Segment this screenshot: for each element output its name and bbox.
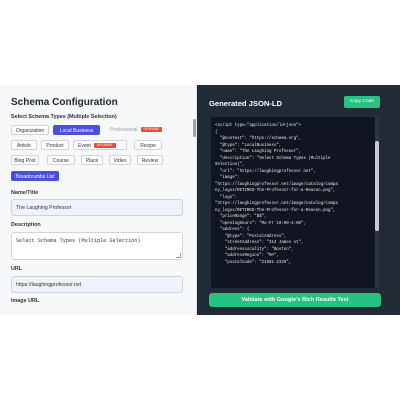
description-label: Description: [11, 222, 41, 228]
chip-breadcrumbs-list[interactable]: Breadcrumbs List: [11, 171, 59, 181]
chip-event-label: Event: [78, 143, 91, 149]
json-ld-panel: Generated JSON-LD Copy Code <script type…: [197, 85, 400, 315]
panel-title: Schema Configuration: [11, 97, 118, 108]
schema-generator-app: Schema Configuration Select Schema Types…: [0, 85, 400, 315]
left-panel-scrollbar[interactable]: [193, 119, 196, 137]
schema-types-label: Select Schema Types (Multiple Selection): [11, 114, 117, 120]
chip-blog-post[interactable]: Blog Post: [11, 155, 39, 165]
code-scrollbar-thumb[interactable]: [375, 141, 379, 231]
premium-badge: UPGRADE: [93, 143, 116, 149]
description-text: Select Schema Types (Multiple Selection): [16, 238, 141, 244]
chip-event[interactable]: Event UPGRADE: [73, 140, 127, 150]
chip-recipe[interactable]: Recipe: [134, 140, 162, 150]
description-textarea[interactable]: Select Schema Types (Multiple Selection): [11, 232, 183, 260]
chip-professional-label: Professional: [110, 127, 138, 133]
image-url-label: Image URL: [11, 298, 40, 304]
code-block: <script type="application/ld+json"> { "@…: [211, 117, 375, 288]
url-label: URL: [11, 266, 23, 272]
premium-badge: UPGRADE: [140, 127, 163, 133]
chip-review[interactable]: Review: [137, 155, 163, 165]
chip-article[interactable]: Article: [11, 140, 37, 150]
chip-product[interactable]: Product: [41, 140, 69, 150]
chip-professional[interactable]: Professional UPGRADE: [110, 125, 174, 135]
name-input[interactable]: The Laughing Professor: [11, 199, 183, 216]
output-title: Generated JSON-LD: [209, 99, 283, 108]
url-input[interactable]: https://laughingprofessor.net: [11, 276, 183, 293]
chip-local-business[interactable]: Local Business: [53, 125, 100, 135]
chip-place[interactable]: Place: [81, 155, 103, 165]
chip-organization[interactable]: Organization: [11, 125, 49, 135]
validate-button[interactable]: Validate with Google's Rich Results Test: [209, 293, 381, 307]
copy-code-button[interactable]: Copy Code: [344, 96, 380, 108]
chip-course[interactable]: Course: [47, 155, 75, 165]
name-label: Name/Title: [11, 190, 39, 196]
json-ld-code: <script type="application/ld+json"> { "@…: [215, 124, 338, 265]
resize-handle-icon[interactable]: [176, 253, 181, 258]
schema-config-panel: Schema Configuration Select Schema Types…: [0, 85, 197, 315]
chip-video[interactable]: Video: [109, 155, 131, 165]
